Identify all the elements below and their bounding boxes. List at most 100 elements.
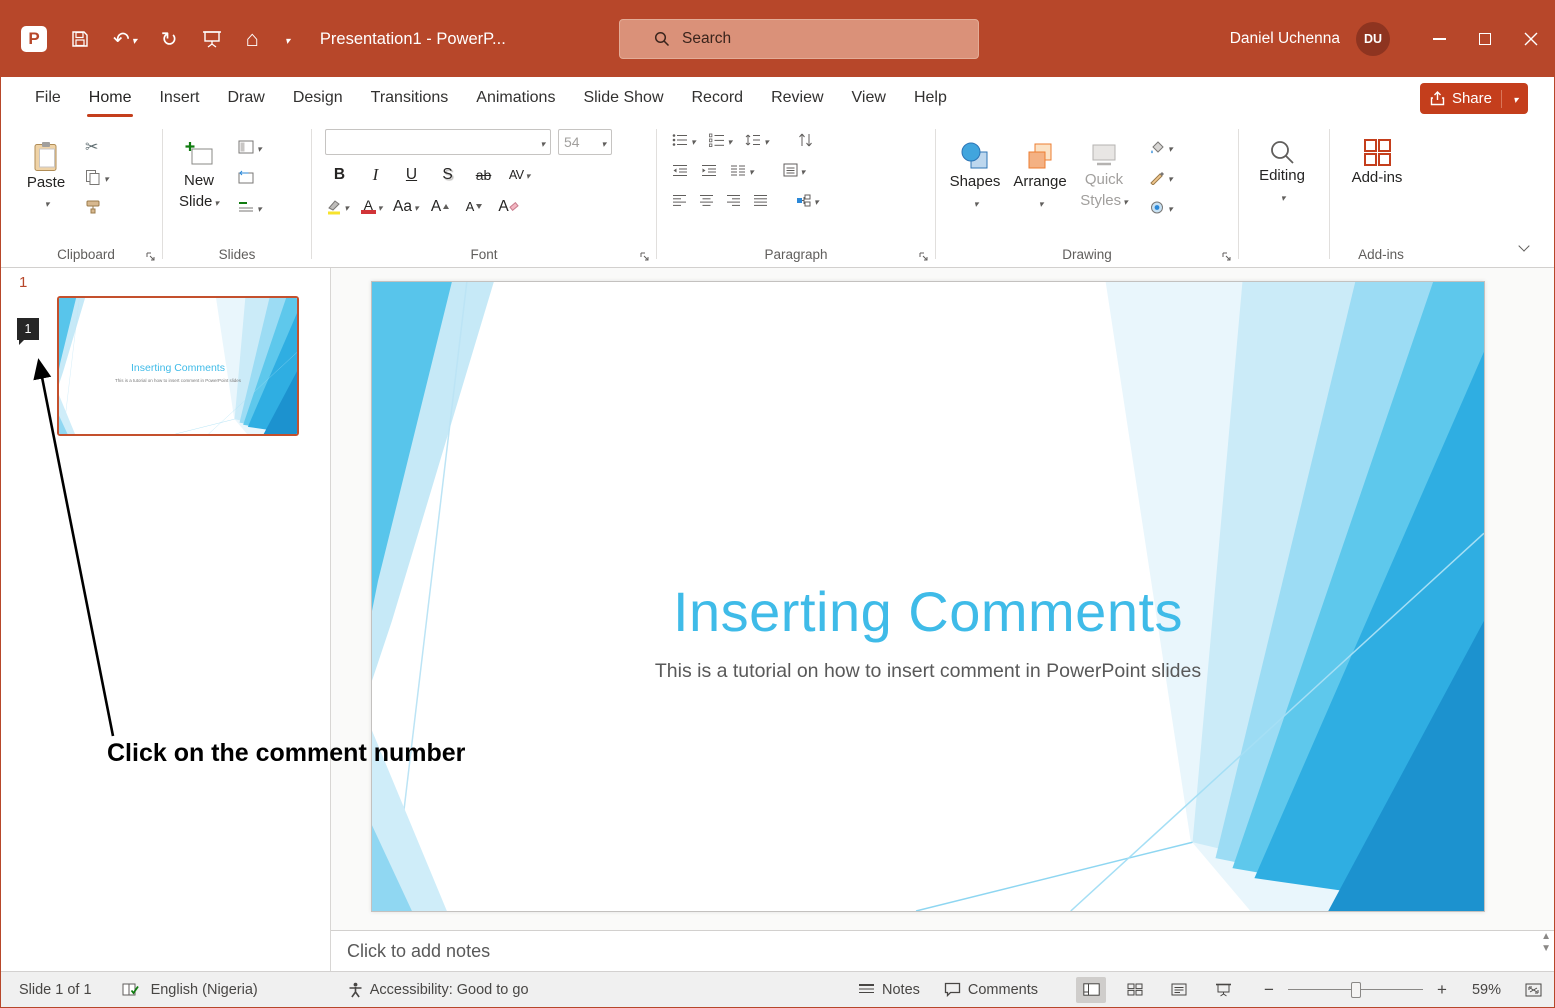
start-slideshow-button[interactable]: [202, 30, 222, 48]
normal-view-button[interactable]: [1076, 977, 1106, 1003]
slideshow-view-button[interactable]: [1208, 977, 1238, 1003]
redo-button[interactable]: [161, 27, 178, 52]
next-slide-button[interactable]: ▼: [1541, 944, 1551, 954]
tab-view[interactable]: View: [838, 77, 900, 119]
strikethrough-button[interactable]: ab: [471, 162, 496, 187]
character-spacing-button[interactable]: AV: [507, 162, 532, 187]
slide-sorter-button[interactable]: [1120, 977, 1150, 1003]
slide-thumbnail[interactable]: Inserting Comments This is a tutorial on…: [57, 296, 299, 436]
align-left-button[interactable]: [672, 189, 687, 211]
shape-fill-button[interactable]: [1149, 136, 1173, 158]
tab-home[interactable]: Home: [75, 77, 146, 119]
arrange-button[interactable]: Arrange: [1007, 136, 1073, 211]
decrease-indent-button[interactable]: [672, 159, 688, 181]
comments-toggle[interactable]: Comments: [944, 982, 1038, 998]
minimize-button[interactable]: [1416, 1, 1462, 77]
undo-button[interactable]: [113, 27, 137, 52]
italic-button[interactable]: I: [363, 162, 388, 187]
slide-layout-button[interactable]: [238, 136, 262, 158]
home-button[interactable]: [246, 26, 259, 52]
tab-animations[interactable]: Animations: [462, 77, 569, 119]
font-name-combobox[interactable]: [325, 129, 551, 155]
text-highlight-button[interactable]: [325, 194, 350, 219]
comment-badge[interactable]: 1: [17, 318, 39, 340]
section-button[interactable]: [238, 196, 262, 218]
customize-qat-button[interactable]: [283, 28, 290, 50]
clear-formatting-button[interactable]: A: [496, 194, 521, 219]
cut-button[interactable]: [85, 136, 109, 158]
previous-slide-button[interactable]: ▲: [1541, 932, 1551, 942]
tab-help[interactable]: Help: [900, 77, 961, 119]
editing-button[interactable]: Editing: [1246, 129, 1318, 205]
format-painter-button[interactable]: [85, 196, 109, 218]
zoom-in-button[interactable]: +: [1435, 980, 1449, 1000]
change-case-button[interactable]: Aa: [393, 194, 419, 219]
zoom-out-button[interactable]: −: [1262, 980, 1276, 1000]
slide-subtitle[interactable]: This is a tutorial on how to insert comm…: [432, 660, 1424, 683]
bullet-list-button[interactable]: [672, 129, 696, 151]
zoom-slider-handle[interactable]: [1351, 982, 1361, 998]
close-button[interactable]: [1508, 1, 1554, 77]
tab-review[interactable]: Review: [757, 77, 837, 119]
tab-record[interactable]: Record: [678, 77, 758, 119]
group-separator: [1238, 129, 1239, 259]
shapes-button[interactable]: Shapes: [943, 136, 1007, 211]
reset-slide-button[interactable]: [238, 166, 262, 188]
font-dialog-launcher[interactable]: [639, 251, 650, 262]
paragraph-dialog-launcher[interactable]: [918, 251, 929, 262]
shape-outline-button[interactable]: [1149, 166, 1173, 188]
drawing-dialog-launcher[interactable]: [1221, 251, 1232, 262]
tab-draw[interactable]: Draw: [213, 77, 278, 119]
align-center-button[interactable]: [699, 189, 714, 211]
increase-font-button[interactable]: A: [428, 194, 453, 219]
text-direction-button[interactable]: [798, 129, 813, 151]
paste-button[interactable]: Paste: [17, 136, 75, 212]
spellcheck-button[interactable]: [122, 982, 139, 997]
slide-indicator[interactable]: Slide 1 of 1: [19, 982, 92, 998]
fit-slide-button[interactable]: [1525, 983, 1542, 997]
font-size-combobox[interactable]: 54: [558, 129, 612, 155]
shape-effects-button[interactable]: [1149, 196, 1173, 218]
notes-toggle[interactable]: Notes: [858, 982, 920, 998]
search-box[interactable]: Search: [619, 19, 979, 59]
justify-button[interactable]: [753, 189, 768, 211]
quick-styles-button[interactable]: Quick Styles: [1073, 136, 1135, 211]
convert-smartart-button[interactable]: [796, 189, 819, 211]
user-name[interactable]: Daniel Uchenna: [1230, 30, 1340, 48]
line-spacing-button[interactable]: [745, 129, 769, 151]
save-button[interactable]: [71, 30, 89, 48]
maximize-button[interactable]: [1462, 1, 1508, 77]
increase-indent-button[interactable]: [701, 159, 717, 181]
notes-pane[interactable]: Click to add notes ▲ ▼: [331, 930, 1554, 971]
add-ins-button[interactable]: Add-ins: [1337, 129, 1417, 188]
copy-button[interactable]: [85, 166, 109, 188]
language-button[interactable]: English (Nigeria): [151, 982, 258, 998]
reading-view-button[interactable]: [1164, 977, 1194, 1003]
user-avatar[interactable]: DU: [1356, 22, 1390, 56]
decrease-font-button[interactable]: A: [462, 194, 487, 219]
align-right-button[interactable]: [726, 189, 741, 211]
font-color-button[interactable]: A: [359, 194, 384, 219]
powerpoint-logo-icon[interactable]: [21, 26, 47, 52]
align-text-button[interactable]: [783, 159, 806, 181]
share-button[interactable]: Share: [1420, 83, 1528, 114]
collapse-ribbon-button[interactable]: [1520, 237, 1528, 255]
tab-slideshow[interactable]: Slide Show: [569, 77, 677, 119]
new-slide-button[interactable]: New Slide: [170, 135, 228, 212]
text-shadow-button[interactable]: S: [435, 162, 460, 187]
share-divider: [1501, 90, 1502, 108]
clipboard-dialog-launcher[interactable]: [145, 251, 156, 262]
tab-insert[interactable]: Insert: [145, 77, 213, 119]
slide-canvas[interactable]: Inserting Comments This is a tutorial on…: [371, 281, 1485, 912]
underline-button[interactable]: U: [399, 162, 424, 187]
bold-button[interactable]: B: [327, 162, 352, 187]
tab-transitions[interactable]: Transitions: [357, 77, 463, 119]
zoom-slider[interactable]: [1288, 981, 1423, 999]
slide-title[interactable]: Inserting Comments: [432, 579, 1424, 644]
tab-file[interactable]: File: [21, 77, 75, 119]
columns-button[interactable]: [730, 159, 754, 181]
numbered-list-button[interactable]: [709, 129, 733, 151]
zoom-percentage[interactable]: 59%: [1461, 982, 1501, 998]
tab-design[interactable]: Design: [279, 77, 357, 119]
accessibility-status[interactable]: Accessibility: Good to go: [348, 982, 529, 998]
